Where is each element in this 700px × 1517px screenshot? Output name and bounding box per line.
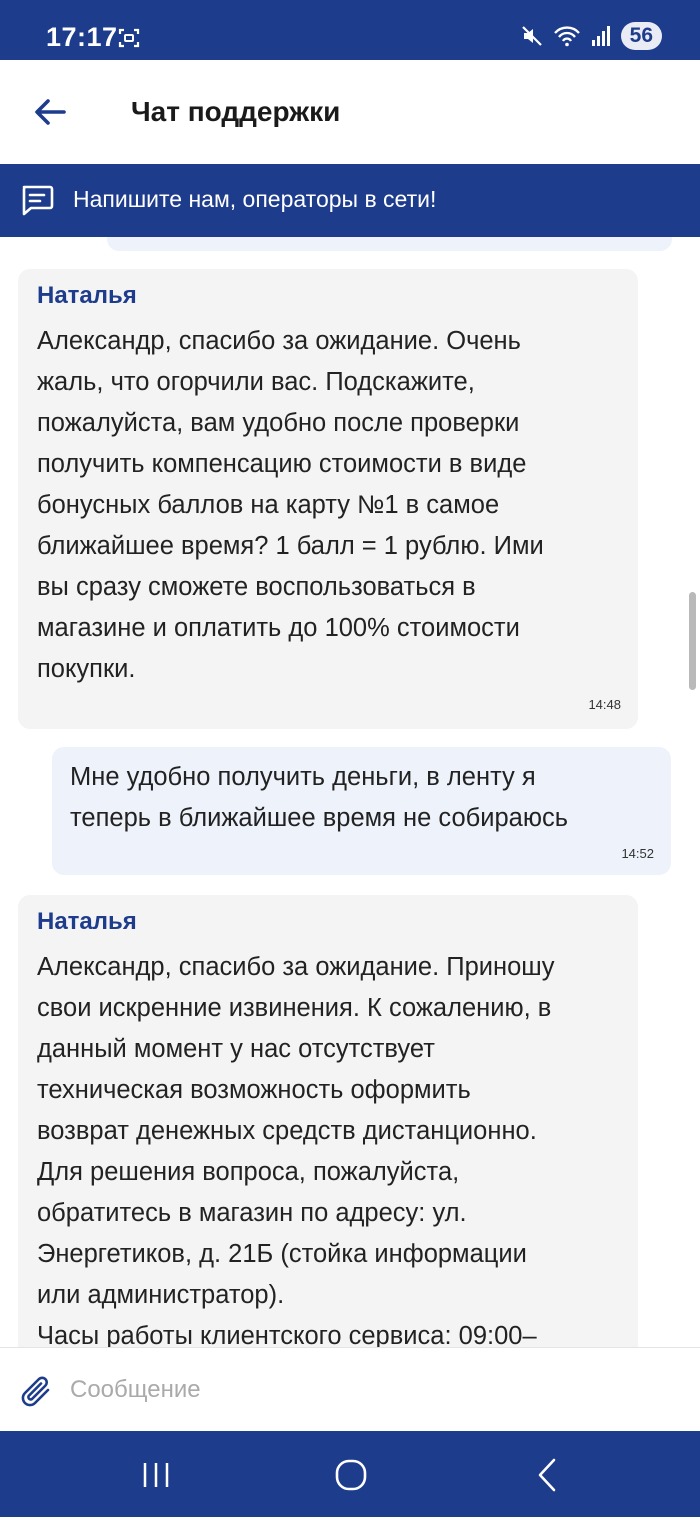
message-input-bar: [0, 1347, 700, 1431]
previous-message-bubble: [107, 237, 672, 251]
message-text: Мне удобно получить деньги, в ленту я те…: [70, 763, 568, 832]
message-text: Александр, спасибо за ожидание. Приношу …: [37, 953, 555, 1347]
message-text: Александр, спасибо за ожидание. Очень жа…: [37, 327, 544, 683]
home-icon[interactable]: [331, 1455, 371, 1495]
banner-text: Напишите нам, операторы в сети!: [73, 186, 437, 212]
chat-message-icon: [22, 185, 54, 216]
wifi-icon: [553, 26, 580, 47]
status-time: 17:17: [46, 22, 118, 52]
arrow-left-icon[interactable]: [30, 92, 70, 132]
back-icon[interactable]: [528, 1455, 568, 1495]
paperclip-icon[interactable]: [20, 1372, 54, 1410]
page-title: Чат поддержки: [131, 96, 341, 127]
battery-indicator: 56: [620, 22, 662, 50]
operator-message: Наталья Александр, спасибо за ожидание. …: [18, 269, 638, 729]
recent-apps-icon[interactable]: [136, 1455, 176, 1495]
message-time: 14:52: [621, 846, 654, 861]
system-navigation-bar: [0, 1431, 700, 1517]
scrollbar[interactable]: [689, 592, 696, 690]
operator-message: Наталья Александр, спасибо за ожидание. …: [18, 895, 638, 1347]
message-time: 14:48: [588, 697, 621, 712]
mute-icon: [521, 26, 542, 46]
sender-name: Наталья: [37, 908, 137, 935]
user-message: Мне удобно получить деньги, в ленту я те…: [52, 747, 671, 875]
status-bar: 17:17 56: [0, 0, 700, 60]
message-input[interactable]: [70, 1368, 670, 1412]
screenshot-icon: [118, 28, 140, 48]
app-header: Чат поддержки: [0, 60, 700, 164]
status-icons: 56: [521, 22, 662, 50]
signal-icon: [591, 26, 610, 46]
chat-message-list[interactable]: Наталья Александр, спасибо за ожидание. …: [0, 237, 700, 1347]
operators-online-banner: Напишите нам, операторы в сети!: [0, 164, 700, 237]
sender-name: Наталья: [37, 282, 137, 309]
